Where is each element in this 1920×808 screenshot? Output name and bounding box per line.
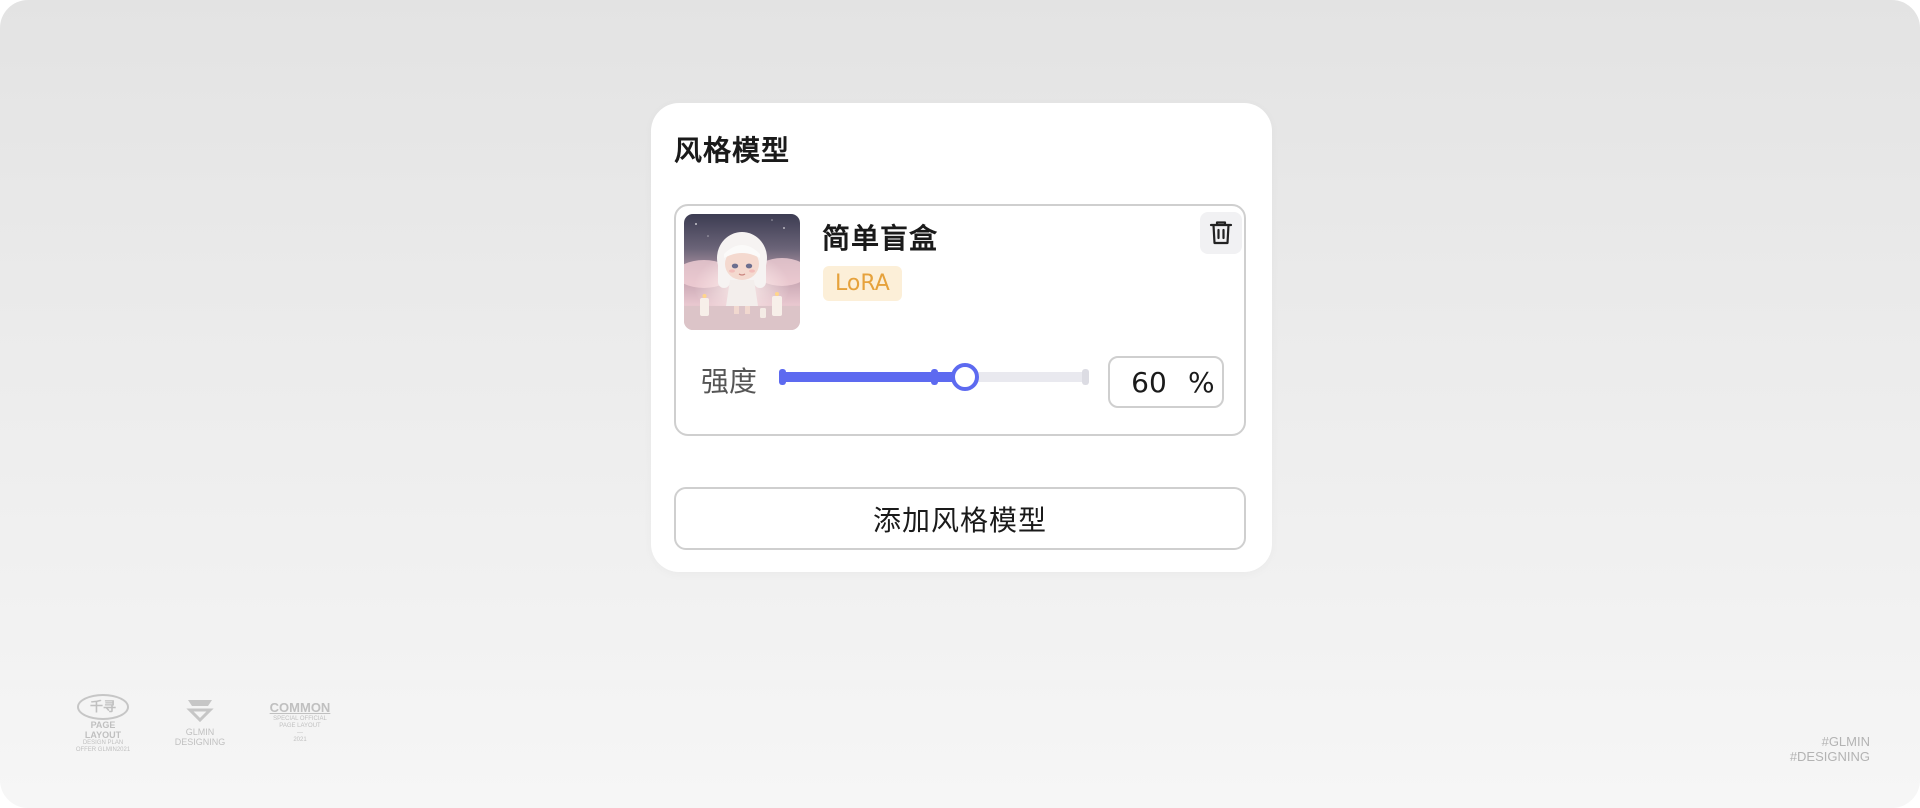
- logo-line: PAGE LAYOUT: [279, 723, 321, 729]
- panel-title: 风格模型: [674, 134, 791, 167]
- strength-value-field[interactable]: %: [1108, 356, 1224, 408]
- blind-box-doll-thumbnail: [684, 219, 800, 330]
- logo-line: GLMIN: [185, 727, 215, 737]
- logo-line: PAGE LAYOUT: [84, 720, 122, 740]
- model-name: 简单盲盒: [822, 222, 939, 255]
- footer-logo-common: COMMON SPECIAL OFFICIAL PAGE LAYOUT — 20…: [262, 700, 338, 744]
- trash-icon: [1209, 221, 1233, 245]
- percent-unit: %: [1188, 366, 1215, 399]
- model-type-badge: LoRA: [823, 266, 902, 301]
- glmin-logo-icon: [186, 700, 214, 723]
- strength-label: 强度: [701, 365, 758, 398]
- style-model-panel: 风格模型 简单盲盒 LoRA 强度 60 % 添加风格模型: [651, 103, 1272, 572]
- logo-mark: 千寻: [77, 694, 129, 720]
- footer-tag: #DESIGNING: [1789, 749, 1870, 764]
- add-style-model-button[interactable]: 添加风格模型: [674, 487, 1246, 550]
- logo-line: SPECIAL OFFICIAL: [273, 716, 327, 722]
- model-thumbnail: [684, 214, 800, 330]
- logo-line: —: [297, 730, 303, 736]
- footer-tag: #GLMIN: [1821, 734, 1870, 749]
- footer-logo-glmin: GLMIN DESIGNING: [170, 698, 230, 747]
- style-model-card: 简单盲盒 LoRA 强度 60 %: [674, 204, 1246, 436]
- footer-logo-page-layout: 千寻 PAGE LAYOUT DESIGN PLAN OFFER GLMIN20…: [72, 694, 134, 754]
- logo-line: OFFER GLMIN2021: [75, 747, 131, 753]
- slider-thumb[interactable]: [951, 363, 979, 391]
- logo-line: 2021: [293, 737, 307, 743]
- delete-model-button[interactable]: [1200, 212, 1242, 254]
- strength-value-input[interactable]: [1120, 364, 1178, 400]
- footer-tags: #GLMIN #DESIGNING: [1790, 734, 1870, 764]
- slider-end-marker: [1082, 369, 1089, 385]
- logo-mark: COMMON: [269, 700, 331, 715]
- page-background: 风格模型 简单盲盒 LoRA 强度 60 % 添加风格模型 千寻 PAGE LA…: [0, 0, 1920, 808]
- slider-start-marker: [779, 369, 786, 385]
- strength-slider[interactable]: [779, 356, 1089, 400]
- logo-line: DESIGN PLAN: [82, 740, 124, 746]
- logo-line: DESIGNING: [174, 737, 226, 747]
- slider-mid-marker: [931, 369, 938, 385]
